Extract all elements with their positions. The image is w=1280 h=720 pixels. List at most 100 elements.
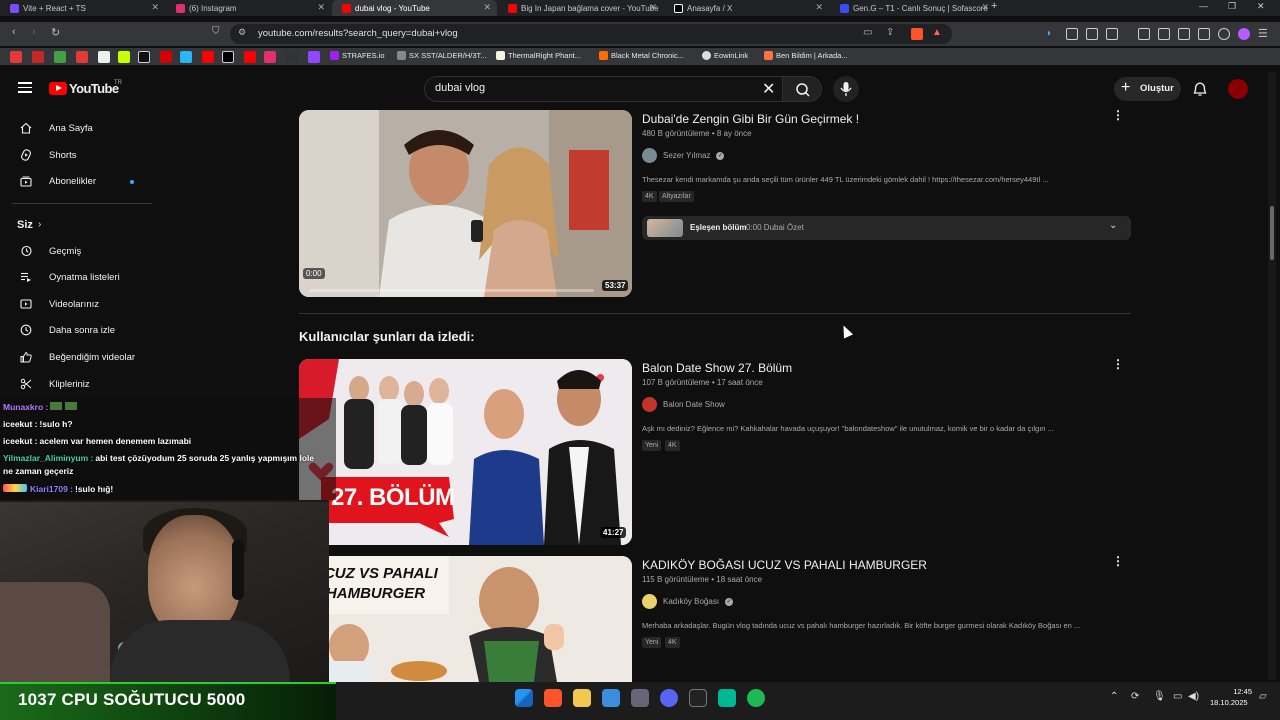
youtube-logo-text[interactable]: YouTube: [69, 81, 119, 96]
scrollbar-thumb[interactable]: [1270, 206, 1274, 260]
sidebar-you-heading[interactable]: Siz: [17, 219, 33, 231]
extension-icon[interactable]: [1086, 28, 1098, 40]
file-explorer-icon[interactable]: [573, 689, 591, 707]
clock-time[interactable]: 12:45: [1222, 687, 1252, 696]
leo-icon[interactable]: [1198, 28, 1210, 40]
volume-icon[interactable]: ◀): [1188, 691, 1199, 702]
youtube-icon[interactable]: [244, 51, 256, 63]
channel-avatar[interactable]: [642, 397, 657, 412]
site-settings-icon[interactable]: ⚙: [238, 27, 246, 38]
sidebar-item-shorts[interactable]: Shorts: [20, 146, 76, 164]
sidebar-icon[interactable]: [1158, 28, 1170, 40]
music-icon[interactable]: [1138, 28, 1150, 40]
epic-games-icon[interactable]: [689, 689, 707, 707]
tab-instagram[interactable]: (6) Instagram ✕: [166, 0, 331, 16]
notifications-bell-icon[interactable]: [1192, 81, 1208, 97]
close-tab-icon[interactable]: ✕: [317, 2, 325, 13]
channel-row[interactable]: Balon Date Show: [642, 397, 725, 412]
bookmark-favicon-icon[interactable]: [160, 51, 172, 63]
close-window-icon[interactable]: ✕: [1257, 1, 1265, 12]
clear-search-icon[interactable]: ✕: [762, 79, 775, 99]
x-icon[interactable]: [222, 51, 234, 63]
share-icon[interactable]: ⇪: [886, 27, 894, 38]
sidebar-item-home[interactable]: Ana Sayfa: [20, 119, 93, 137]
tab-sofascore[interactable]: Gen.G – T1 - Canlı Sonuç | Sofascore ✕: [830, 0, 995, 16]
clock-date[interactable]: 18.10.2025: [1210, 698, 1248, 707]
tab-vite[interactable]: Vite + React + TS ✕: [0, 0, 165, 16]
minimize-icon[interactable]: —: [1199, 1, 1208, 11]
bookmark-favicon-icon[interactable]: [98, 51, 110, 63]
new-tab-button[interactable]: +: [991, 0, 997, 12]
search-button[interactable]: [782, 76, 822, 102]
brave-icon[interactable]: [544, 689, 562, 707]
twitch-icon[interactable]: [308, 51, 320, 63]
settings-icon[interactable]: [631, 689, 649, 707]
close-tab-icon[interactable]: ✕: [483, 2, 491, 13]
bookmark-ben-bildim[interactable]: Ben Bildim | Arkada...: [764, 51, 848, 60]
chevron-down-icon[interactable]: ⌄: [1109, 220, 1117, 231]
discord-icon[interactable]: [660, 689, 678, 707]
cast-icon[interactable]: ▭: [863, 27, 872, 38]
back-icon[interactable]: ‹: [12, 26, 16, 38]
channel-name[interactable]: Balon Date Show: [663, 400, 725, 409]
tab-youtube-active[interactable]: dubai vlog - YouTube ✕: [332, 0, 497, 16]
sidebar-item-your-videos[interactable]: Videolarınız: [20, 295, 99, 313]
tab-youtube-bigjapan[interactable]: Big In Japan bağlama cover - YouTube ✕: [498, 0, 663, 16]
video-title[interactable]: Dubai'de Zengin Gibi Bir Gün Geçirmek !: [642, 112, 859, 126]
chevron-right-icon[interactable]: ›: [38, 219, 41, 230]
restore-icon[interactable]: ❐: [1228, 1, 1236, 12]
bookmark-icon[interactable]: ⛉: [212, 26, 220, 37]
url-text[interactable]: youtube.com/results?search_query=dubai+v…: [258, 28, 458, 39]
menu-icon[interactable]: ☰: [1258, 27, 1268, 40]
more-actions-icon[interactable]: ⋮: [1112, 554, 1124, 568]
spotify-icon[interactable]: [747, 689, 765, 707]
channel-name[interactable]: Kadıköy Boğası: [663, 597, 719, 606]
video-title[interactable]: Balon Date Show 27. Bölüm: [642, 361, 792, 375]
channel-row[interactable]: Kadıköy Boğası ✓: [642, 594, 734, 609]
bookmark-strafes[interactable]: STRAFES.io: [330, 51, 385, 60]
more-actions-icon[interactable]: ⋮: [1112, 108, 1124, 122]
vpn-icon[interactable]: [1218, 28, 1230, 40]
close-tab-icon[interactable]: ✕: [649, 2, 657, 13]
notification-center-icon[interactable]: ▱: [1259, 691, 1267, 702]
scrollbar-track[interactable]: [1268, 72, 1276, 680]
reload-icon[interactable]: ↻: [51, 26, 60, 39]
preview-progress-bar[interactable]: [309, 289, 594, 292]
sidebar-item-liked-videos[interactable]: Beğendiğim videolar: [20, 348, 135, 366]
video-title[interactable]: KADIKÖY BOĞASI UCUZ VS PAHALI HAMBURGER: [642, 558, 927, 572]
close-tab-icon[interactable]: ✕: [151, 2, 159, 13]
wallet-icon[interactable]: [1178, 28, 1190, 40]
close-tab-icon[interactable]: ✕: [981, 2, 989, 13]
brave-shield-icon[interactable]: [911, 28, 923, 40]
sidebar-item-playlists[interactable]: Oynatma listeleri: [20, 268, 120, 286]
bookmark-thermalright[interactable]: ThermalRight Phant...: [496, 51, 581, 60]
bookmark-favicon-icon[interactable]: [76, 51, 88, 63]
brave-rewards-icon[interactable]: ▲: [932, 27, 942, 38]
more-actions-icon[interactable]: ⋮: [1112, 357, 1124, 371]
bookmark-favicon-icon[interactable]: [118, 51, 130, 63]
video-thumbnail[interactable]: 27. BÖLÜM 41:27: [299, 359, 632, 545]
extension-icon[interactable]: [1066, 28, 1078, 40]
channel-name[interactable]: Sezer Yılmaz: [663, 151, 710, 160]
instagram-icon[interactable]: [264, 51, 276, 63]
photos-icon[interactable]: [602, 689, 620, 707]
tray-chevron-up-icon[interactable]: ⌃: [1110, 691, 1118, 702]
app-icon[interactable]: [718, 689, 736, 707]
channel-avatar[interactable]: [642, 594, 657, 609]
tiktok-icon[interactable]: [138, 51, 150, 63]
bookmark-favicon-icon[interactable]: [180, 51, 192, 63]
bookmark-favicon-icon[interactable]: [32, 51, 44, 63]
guide-menu-icon[interactable]: [18, 82, 32, 96]
channel-avatar[interactable]: [642, 148, 657, 163]
bookmark-black-metal[interactable]: Black Metal Chronic...: [599, 51, 684, 60]
channel-row[interactable]: Sezer Yılmaz ✓: [642, 148, 725, 163]
sidebar-item-subscriptions[interactable]: Abonelikler: [20, 172, 96, 190]
network-icon[interactable]: ▭: [1173, 691, 1182, 702]
tab-x[interactable]: Anasayfa / X ✕: [664, 0, 829, 16]
extension-icon[interactable]: ◗: [1046, 28, 1058, 40]
bookmark-eowinlink[interactable]: EowinLink: [702, 51, 748, 60]
extension-icon[interactable]: [1106, 28, 1118, 40]
sidebar-item-watch-later[interactable]: Daha sonra izle: [20, 321, 115, 339]
youtube-icon[interactable]: [202, 51, 214, 63]
voice-search-button[interactable]: [833, 76, 859, 102]
